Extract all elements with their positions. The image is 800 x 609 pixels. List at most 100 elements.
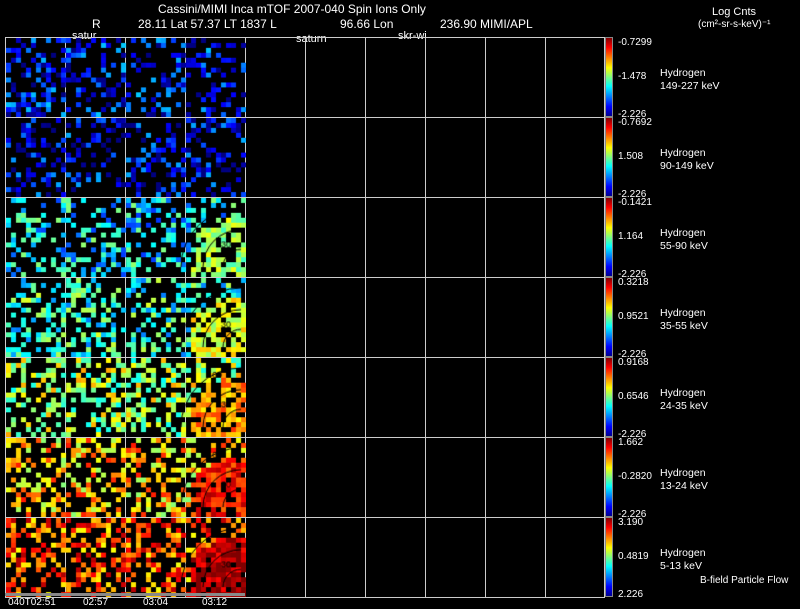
image-cell [546, 358, 606, 437]
energy-row [5, 437, 606, 518]
position-readout: 28.11 Lat 57.37 LT 1837 L [138, 17, 277, 31]
image-cell [426, 118, 486, 197]
color-scale-max: -0.1421 [618, 197, 652, 208]
particle-image [6, 278, 246, 357]
image-cell [306, 38, 366, 117]
energy-row [5, 117, 606, 198]
energy-range-label: 55-90 keV [660, 240, 708, 252]
energy-image-grid [5, 37, 606, 598]
species-label: Hydrogen [660, 227, 706, 239]
image-cell [486, 278, 546, 357]
image-cell [306, 118, 366, 197]
image-cell [246, 438, 306, 517]
energy-range-label: 5-13 keV [660, 560, 703, 572]
image-cell [426, 38, 486, 117]
time-tick-3: 03:04 [143, 597, 169, 608]
image-cell [366, 518, 426, 597]
color-scale-mid: 1.508 [618, 151, 644, 162]
image-cell [546, 198, 606, 277]
color-scale-bar [605, 197, 613, 277]
energy-row [5, 197, 606, 278]
energy-range-label: 35-55 keV [660, 320, 708, 332]
image-cell [366, 438, 426, 517]
color-scale-mid: 1.164 [618, 231, 644, 242]
particle-image [6, 198, 246, 277]
color-scale-mid: 0.6546 [618, 391, 649, 402]
color-scale-min: 2.226 [618, 589, 644, 600]
plot-title: Cassini/MIMI Inca mTOF 2007-040 Spin Ion… [158, 2, 426, 16]
color-scale-max: 1.662 [618, 437, 644, 448]
image-cell [426, 198, 486, 277]
energy-row [5, 277, 606, 358]
species-label: Hydrogen [660, 467, 706, 479]
energy-row [5, 357, 606, 438]
image-cell [366, 278, 426, 357]
image-cell [366, 198, 426, 277]
image-cell [486, 518, 546, 597]
energy-range-label: 13-24 keV [660, 480, 708, 492]
image-cell [486, 438, 546, 517]
particle-image [6, 358, 246, 437]
color-scale-max: 0.3218 [618, 277, 649, 288]
species-label: Hydrogen [660, 67, 706, 79]
image-cell [486, 358, 546, 437]
particle-image [6, 118, 246, 197]
image-cell [486, 198, 546, 277]
bfield-note: B-field Particle Flow [700, 575, 789, 586]
color-scale-bar [605, 117, 613, 197]
energy-range-label: 90-149 keV [660, 160, 714, 172]
color-scale-mid: 0.4819 [618, 551, 649, 562]
image-cell [546, 278, 606, 357]
image-cell [486, 118, 546, 197]
color-scale-max: 3.190 [618, 517, 644, 528]
image-cell [546, 518, 606, 597]
species-label: Hydrogen [660, 147, 706, 159]
image-cell [246, 118, 306, 197]
particle-image [6, 518, 246, 597]
time-tick-4: 03:12 [202, 597, 228, 608]
energy-row [5, 37, 606, 118]
image-cell [246, 278, 306, 357]
image-cell [246, 518, 306, 597]
image-cell [546, 118, 606, 197]
color-scale-mid: -1.478 [618, 71, 647, 82]
image-cell [486, 38, 546, 117]
image-cell [246, 358, 306, 437]
particle-image [6, 38, 246, 117]
color-scale-bar [605, 517, 613, 597]
image-cell [426, 278, 486, 357]
source-readout: 236.90 MIMI/APL [440, 17, 533, 31]
color-scale-max: -0.7692 [618, 117, 652, 128]
color-scale-bar [605, 357, 613, 437]
species-label: Hydrogen [660, 307, 706, 319]
image-cell [306, 278, 366, 357]
time-tick-1: 040T02:51 [8, 597, 56, 608]
color-scale-mid: 0.9521 [618, 311, 649, 322]
image-cell [426, 358, 486, 437]
units-formula: (cm²-sr-s-keV)⁻¹ [698, 19, 771, 30]
image-cell [246, 198, 306, 277]
color-scale-max: 0.9168 [618, 357, 649, 368]
image-cell [426, 438, 486, 517]
image-cell [546, 38, 606, 117]
color-scale-max: -0.7299 [618, 37, 652, 48]
energy-row [5, 517, 606, 598]
time-tick-2: 02:57 [83, 597, 109, 608]
species-label: Hydrogen [660, 547, 706, 559]
image-cell [546, 438, 606, 517]
species-label: Hydrogen [660, 387, 706, 399]
energy-range-label: 24-35 keV [660, 400, 708, 412]
image-cell [246, 38, 306, 117]
image-cell [426, 518, 486, 597]
image-cell [306, 518, 366, 597]
image-cell [306, 438, 366, 517]
time-coverage-bar [5, 593, 245, 596]
longitude-readout: 96.66 Lon [340, 17, 394, 31]
color-scale-mid: -0.2820 [618, 471, 652, 482]
image-cell [366, 358, 426, 437]
energy-range-label: 149-227 keV [660, 80, 720, 92]
image-cell [306, 358, 366, 437]
image-cell [366, 38, 426, 117]
particle-image [6, 438, 246, 517]
color-scale-bar [605, 277, 613, 357]
